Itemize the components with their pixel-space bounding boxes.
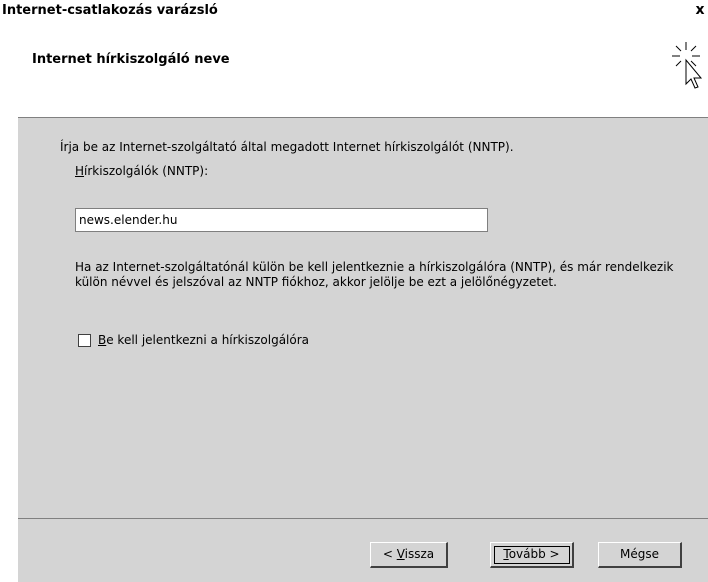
- wizard-window: Internet-csatlakozás varázsló x Internet…: [0, 0, 708, 582]
- back-button-accesskey: V: [396, 547, 405, 561]
- login-info-text: Ha az Internet-szolgáltatónál külön be k…: [75, 260, 674, 289]
- login-required-label-accesskey: B: [98, 333, 107, 347]
- login-required-checkbox[interactable]: [78, 334, 91, 347]
- wizard-header: Internet hírkiszolgáló neve: [18, 22, 708, 117]
- window-title: Internet-csatlakozás varázsló: [2, 3, 218, 18]
- login-required-label-text: e kell jelentkezni a hírkiszolgálóra: [106, 333, 310, 347]
- back-button[interactable]: < Vissza: [370, 542, 448, 568]
- wizard-body: Írja be az Internet-szolgáltató által me…: [18, 117, 708, 518]
- wizard-footer: < Vissza Tovább > Mégse: [18, 518, 708, 582]
- news-server-input[interactable]: news.elender.hu: [75, 208, 488, 232]
- next-button[interactable]: Tovább >: [490, 542, 574, 568]
- title-bar: Internet-csatlakozás varázsló x: [0, 0, 708, 22]
- instruction-text: Írja be az Internet-szolgáltató által me…: [60, 140, 514, 154]
- cancel-button[interactable]: Mégse: [598, 542, 682, 568]
- page-title: Internet hírkiszolgáló neve: [32, 52, 230, 67]
- back-button-prefix: <: [382, 547, 397, 561]
- close-button[interactable]: x: [692, 2, 708, 18]
- wizard-cursor-icon: [668, 36, 708, 112]
- login-required-label[interactable]: Be kell jelentkezni a hírkiszolgálóra: [98, 333, 309, 347]
- news-server-label-accesskey: H: [75, 164, 85, 178]
- news-server-label: Hírkiszolgálók (NNTP):: [75, 164, 208, 178]
- next-button-text: ovább >: [508, 547, 560, 561]
- back-button-text: issza: [404, 547, 435, 561]
- news-server-label-text: írkiszolgálók (NNTP):: [84, 164, 209, 178]
